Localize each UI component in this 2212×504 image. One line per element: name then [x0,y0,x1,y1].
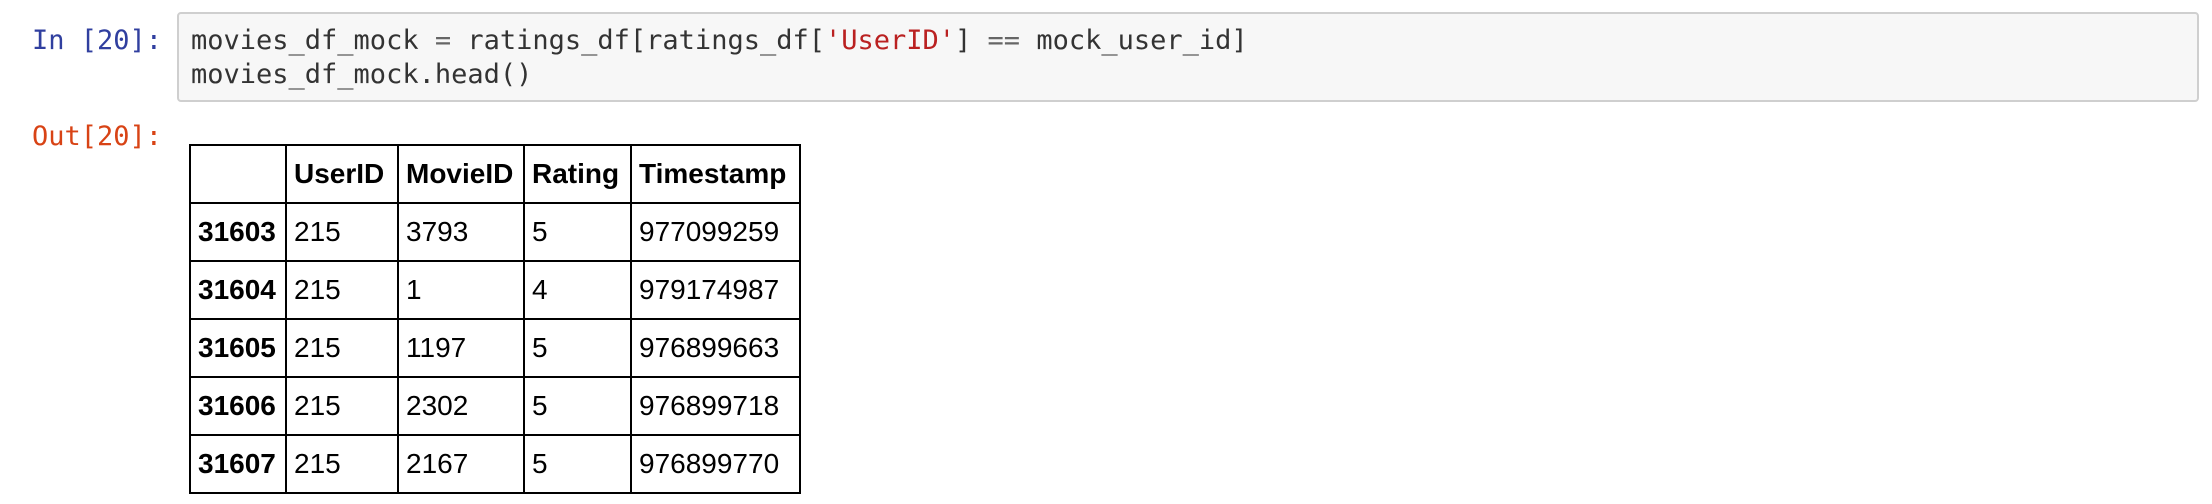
row-index: 31606 [189,376,287,436]
cell-rating: 5 [523,202,632,262]
input-prompt: In [20]: [32,25,163,56]
column-header-userid: UserID [285,144,399,204]
cell-timestamp: 976899663 [630,318,801,378]
cell-timestamp: 976899718 [630,376,801,436]
column-header-timestamp: Timestamp [630,144,801,204]
cell-timestamp: 977099259 [630,202,801,262]
cell-output: UserID MovieID Rating Timestamp 31603 21… [189,144,801,494]
column-header-movieid: MovieID [397,144,525,204]
code-expression: mock_user_id] [1020,25,1248,56]
cell-movieid: 1 [397,260,525,320]
cell-rating: 5 [523,434,632,494]
table-header-row: UserID MovieID Rating Timestamp [189,144,801,204]
cell-movieid: 1197 [397,318,525,378]
output-prompt: Out[20]: [32,121,163,152]
row-index: 31607 [189,434,287,494]
code-editor[interactable]: movies_df_mock = ratings_df[ratings_df['… [179,14,2197,102]
code-assign-operator: = [418,25,468,56]
index-header [189,144,287,204]
cell-movieid: 3793 [397,202,525,262]
cell-movieid: 2167 [397,434,525,494]
table-row: 31604 215 1 4 979174987 [189,260,801,320]
code-line-2: movies_df_mock.head() [191,59,533,90]
cell-rating: 4 [523,260,632,320]
cell-userid: 215 [285,318,399,378]
cell-rating: 5 [523,318,632,378]
table-row: 31605 215 1197 5 976899663 [189,318,801,378]
cell-rating: 5 [523,376,632,436]
cell-movieid: 2302 [397,376,525,436]
cell-userid: 215 [285,434,399,494]
cell-timestamp: 979174987 [630,260,801,320]
code-expression: ] [955,25,988,56]
row-index: 31605 [189,318,287,378]
row-index: 31604 [189,260,287,320]
code-string-literal: 'UserID' [824,25,956,56]
table-row: 31603 215 3793 5 977099259 [189,202,801,262]
row-index: 31603 [189,202,287,262]
table-row: 31606 215 2302 5 976899718 [189,376,801,436]
code-compare-operator: == [987,25,1021,56]
cell-userid: 215 [285,376,399,436]
table-row: 31607 215 2167 5 976899770 [189,434,801,494]
dataframe-table: UserID MovieID Rating Timestamp 31603 21… [189,144,801,494]
code-line-1: movies_df_mock = ratings_df[ratings_df['… [191,25,1248,56]
code-cell-input[interactable]: movies_df_mock = ratings_df[ratings_df['… [177,12,2199,102]
code-variable: movies_df_mock [191,25,419,56]
cell-userid: 215 [285,202,399,262]
code-expression: ratings_df[ratings_df[ [467,25,825,56]
column-header-rating: Rating [523,144,632,204]
cell-timestamp: 976899770 [630,434,801,494]
cell-userid: 215 [285,260,399,320]
